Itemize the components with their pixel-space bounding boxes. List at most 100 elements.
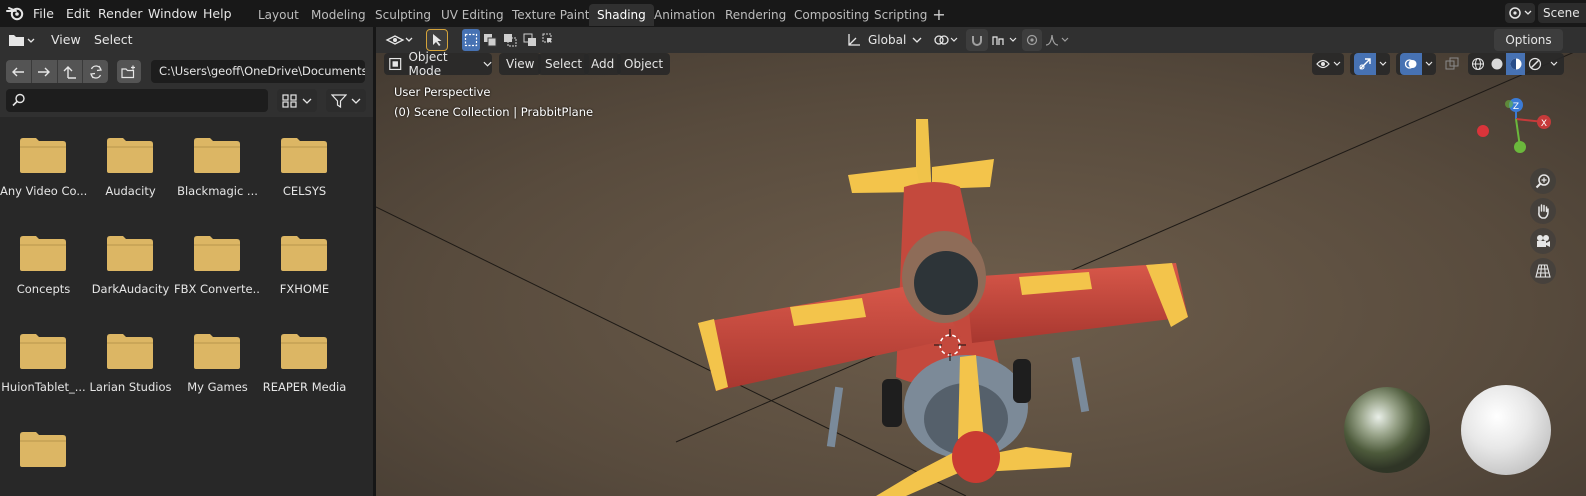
select-extend-button[interactable]	[482, 29, 500, 51]
menu-file[interactable]: File	[33, 6, 54, 21]
folder-item[interactable]: Any Video Co...	[0, 117, 87, 207]
interaction-mode-dropdown[interactable]: Object Mode	[384, 50, 492, 78]
pivot-point-dropdown[interactable]	[932, 29, 960, 51]
blender-logo-icon[interactable]	[6, 5, 24, 21]
snap-target-dropdown[interactable]	[990, 29, 1020, 51]
wireframe-sphere-icon	[1471, 58, 1484, 70]
tab-modeling[interactable]: Modeling	[303, 4, 374, 26]
folder-icon	[194, 138, 240, 173]
3d-viewport[interactable]: Global Options Object Mode View Select A…	[376, 27, 1586, 496]
top-bar: File Edit Render Window Help Layout Mode…	[0, 0, 1586, 27]
viewport-menu-view[interactable]: View	[499, 53, 542, 75]
menu-edit[interactable]: Edit	[66, 6, 90, 21]
forward-button[interactable]	[32, 60, 58, 83]
select-extend-icon	[484, 34, 497, 47]
overlays-toggle[interactable]	[1396, 53, 1436, 75]
fb-menu-view[interactable]: View	[51, 32, 81, 47]
directory-path-field[interactable]: C:\Users\geoff\OneDrive\Documents\	[151, 60, 365, 83]
thumbnail-grid-icon	[282, 93, 297, 108]
folder-icon	[20, 334, 66, 369]
menu-window[interactable]: Window	[148, 6, 197, 21]
select-subtract-button[interactable]	[501, 29, 519, 51]
tab-compositing[interactable]: Compositing	[786, 4, 877, 26]
visibility-dropdown[interactable]	[1312, 53, 1344, 75]
folder-item[interactable]: CELSYS	[261, 117, 348, 207]
folder-item[interactable]: Larian Studios	[87, 313, 174, 403]
tab-scripting[interactable]: Scripting	[866, 4, 935, 26]
viewport-menu-object[interactable]: Object	[617, 53, 671, 75]
folder-icon	[107, 138, 153, 173]
navigation-gizmo[interactable]: Z X	[1474, 89, 1554, 159]
select-new-button[interactable]	[462, 29, 480, 51]
scene-name-field[interactable]: Scene	[1538, 3, 1586, 23]
back-button[interactable]	[6, 60, 32, 83]
wireframe-shading-button[interactable]	[1468, 53, 1487, 75]
select-intersect-button[interactable]	[540, 29, 558, 51]
editor-type-button[interactable]	[382, 29, 416, 51]
tab-shading[interactable]: Shading	[589, 4, 654, 26]
scene-selector-button[interactable]	[1505, 3, 1535, 23]
editor-type-button[interactable]	[5, 30, 38, 50]
search-input[interactable]	[6, 89, 268, 112]
folder-item[interactable]: FXHOME	[261, 215, 348, 305]
navigation-buttons	[6, 60, 108, 83]
gizmo-toggle[interactable]	[1350, 53, 1390, 75]
new-directory-button[interactable]	[117, 60, 141, 83]
tab-layout[interactable]: Layout	[250, 4, 307, 26]
zoom-button[interactable]	[1530, 168, 1556, 194]
solid-shading-button[interactable]	[1487, 53, 1506, 75]
folder-item[interactable]: HuionTablet_...	[0, 313, 87, 403]
add-workspace-button[interactable]: +	[929, 5, 949, 25]
camera-icon	[1537, 235, 1550, 247]
folder-icon	[194, 236, 240, 271]
folder-label: Concepts	[16, 282, 71, 296]
transform-orientation-dropdown[interactable]: Global	[846, 29, 926, 51]
refresh-button[interactable]	[83, 60, 108, 83]
select-invert-button[interactable]	[521, 29, 539, 51]
snap-toggle[interactable]	[966, 29, 988, 51]
folder-item[interactable]: FBX Converte...	[174, 215, 261, 305]
folder-item[interactable]: Blackmagic ...	[174, 117, 261, 207]
menu-render[interactable]: Render	[98, 6, 143, 21]
chevron-down-icon	[302, 98, 312, 104]
viewport-menu-select[interactable]: Select	[538, 53, 590, 75]
display-mode-button[interactable]	[277, 89, 317, 112]
chevron-down-icon	[1550, 61, 1558, 66]
pan-button[interactable]	[1530, 198, 1556, 224]
folder-item[interactable]: DarkAudacity	[87, 215, 174, 305]
rendered-shading-button[interactable]	[1525, 53, 1544, 75]
tab-rendering[interactable]: Rendering	[717, 4, 794, 26]
folder-icon	[281, 236, 327, 271]
material-sphere-icon	[1510, 58, 1521, 70]
fb-menu-select[interactable]: Select	[94, 32, 133, 47]
parent-directory-button[interactable]	[58, 60, 84, 83]
folder-item[interactable]	[0, 411, 87, 496]
filter-button[interactable]	[326, 89, 366, 112]
menu-help[interactable]: Help	[203, 6, 232, 21]
folder-item[interactable]: Audacity	[87, 117, 174, 207]
folder-item[interactable]: Concepts	[0, 215, 87, 305]
interaction-mode-label: Object Mode	[408, 50, 448, 78]
shading-options-dropdown[interactable]	[1544, 53, 1564, 75]
material-preview-shading-button[interactable]	[1506, 53, 1525, 75]
perspective-toggle-button[interactable]	[1530, 258, 1556, 284]
tab-uv-editing[interactable]: UV Editing	[433, 4, 512, 26]
scene-icon	[1509, 7, 1532, 19]
folder-item[interactable]: My Games	[174, 313, 261, 403]
arrow-left-icon	[12, 67, 25, 76]
viewport-menu-add[interactable]: Add	[584, 53, 622, 75]
falloff-dropdown[interactable]	[1044, 29, 1072, 51]
tab-sculpting[interactable]: Sculpting	[367, 4, 439, 26]
chevron-down-icon	[1425, 61, 1432, 66]
options-dropdown[interactable]: Options	[1494, 29, 1563, 51]
tab-texture-paint[interactable]: Texture Paint	[504, 4, 597, 26]
hand-icon	[1538, 204, 1549, 219]
proportional-editing-toggle[interactable]	[1022, 29, 1042, 51]
active-collection-label: (0) Scene Collection | PrabbitPlane	[394, 105, 594, 119]
chevron-down-icon	[483, 61, 492, 67]
camera-view-button[interactable]	[1530, 228, 1556, 254]
tab-animation[interactable]: Animation	[646, 4, 723, 26]
xray-toggle[interactable]	[1442, 53, 1462, 75]
folder-item[interactable]: REAPER Media	[261, 313, 348, 403]
select-tool-button[interactable]	[426, 29, 448, 51]
